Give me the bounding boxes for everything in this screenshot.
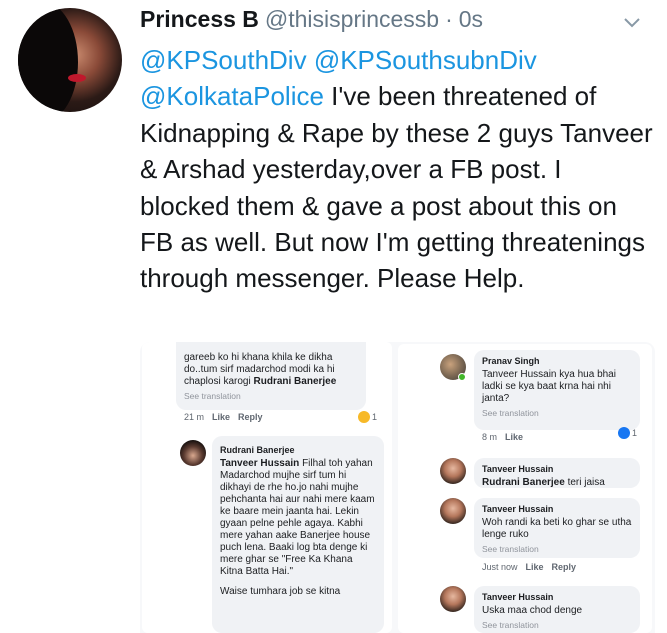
like-link[interactable]: Like	[212, 412, 230, 422]
author-name[interactable]: Princess B	[140, 6, 259, 33]
tweet-body: I've been threatened of Kidnapping & Rap…	[140, 81, 653, 294]
comment-text-cut: Waise tumhara job se kitna	[220, 586, 341, 597]
commenter-avatar[interactable]	[440, 586, 466, 612]
comment-text: Tanveer Hussain kya hua bhai ladki se ky…	[482, 369, 616, 404]
comment-text: Filhal toh yahan Madarchod mujhe sirf tu…	[220, 458, 375, 577]
tweet-text: @KPSouthDiv @KPSouthsubnDiv @KolkataPoli…	[140, 42, 655, 297]
comment-bubble: Tanveer Hussain Rudrani Banerjee teri ja…	[474, 458, 640, 488]
comment-actions: 21 m Like Reply	[184, 412, 263, 422]
comment-text: Woh randi ka beti ko ghar se utha lenge …	[482, 517, 632, 540]
comment-bubble: Rudrani Banerjee Tanveer Hussain Filhal …	[212, 436, 384, 633]
see-translation-link[interactable]: See translation	[482, 407, 632, 419]
chevron-down-icon[interactable]	[622, 16, 642, 30]
tweet-header: Princess B @thisisprincessb · 0s	[140, 6, 483, 42]
tweet-time[interactable]: 0s	[459, 6, 483, 33]
like-link[interactable]: Like	[526, 562, 544, 572]
commenter-avatar[interactable]	[440, 498, 466, 524]
comment-actions: 8 m Like	[482, 432, 523, 442]
mention-link[interactable]: @KPSouthsubnDiv	[314, 45, 537, 75]
commenter-name[interactable]: Pranav Singh	[482, 355, 632, 367]
like-reaction-icon[interactable]	[618, 427, 630, 439]
avatar-hair	[18, 8, 78, 112]
comment-tag[interactable]: Rudrani Banerjee	[482, 477, 565, 488]
online-status-dot	[458, 373, 466, 381]
comment-time: 21 m	[184, 412, 205, 422]
reply-link[interactable]: Reply	[238, 412, 263, 422]
reply-link[interactable]: Reply	[552, 562, 577, 572]
comment-actions: Just now Like Reply	[482, 562, 576, 572]
mention-link[interactable]: @KolkataPolice	[140, 81, 324, 111]
header-separator: ·	[445, 6, 453, 32]
author-handle[interactable]: @thisisprincessb	[265, 6, 439, 33]
comment-bubble: Tanveer Hussain Uska maa chod denge See …	[474, 586, 640, 633]
comment-bubble: gareeb ko hi khana khila ke dikha do..tu…	[176, 342, 366, 410]
commenter-avatar[interactable]	[440, 458, 466, 484]
avatar-lips	[68, 74, 86, 82]
commenter-avatar[interactable]	[180, 440, 206, 466]
comment-bubble: Pranav Singh Tanveer Hussain kya hua bha…	[474, 350, 640, 430]
see-translation-link[interactable]: See translation	[184, 390, 358, 402]
comment-text: Uska maa chod denge	[482, 605, 583, 616]
like-link[interactable]: Like	[505, 432, 523, 442]
see-translation-link[interactable]: See translation	[482, 619, 632, 631]
comment-bubble: Tanveer Hussain Woh randi ka beti ko gha…	[474, 498, 640, 558]
comment-time: Just now	[482, 562, 518, 572]
comment-time: 8 m	[482, 432, 498, 442]
comment-tag[interactable]: Tanveer Hussain	[220, 458, 299, 469]
commenter-name[interactable]: Tanveer Hussain	[482, 591, 632, 603]
commenter-name[interactable]: Tanveer Hussain	[482, 503, 632, 515]
comment-text: teri jaisa	[567, 477, 605, 488]
attached-screenshot[interactable]: gareeb ko hi khana khila ke dikha do..tu…	[140, 342, 655, 633]
haha-reaction-icon[interactable]	[358, 411, 370, 423]
commenter-name[interactable]: Rudrani Banerjee	[220, 444, 376, 456]
reaction-count: 1	[632, 428, 638, 438]
mention-link[interactable]: @KPSouthDiv	[140, 45, 307, 75]
see-translation-link[interactable]: See translation	[482, 543, 632, 555]
comment-tag[interactable]: Rudrani Banerjee	[254, 376, 337, 387]
commenter-name[interactable]: Tanveer Hussain	[482, 463, 632, 475]
reaction-count: 1	[372, 412, 378, 422]
author-avatar[interactable]	[18, 8, 122, 112]
